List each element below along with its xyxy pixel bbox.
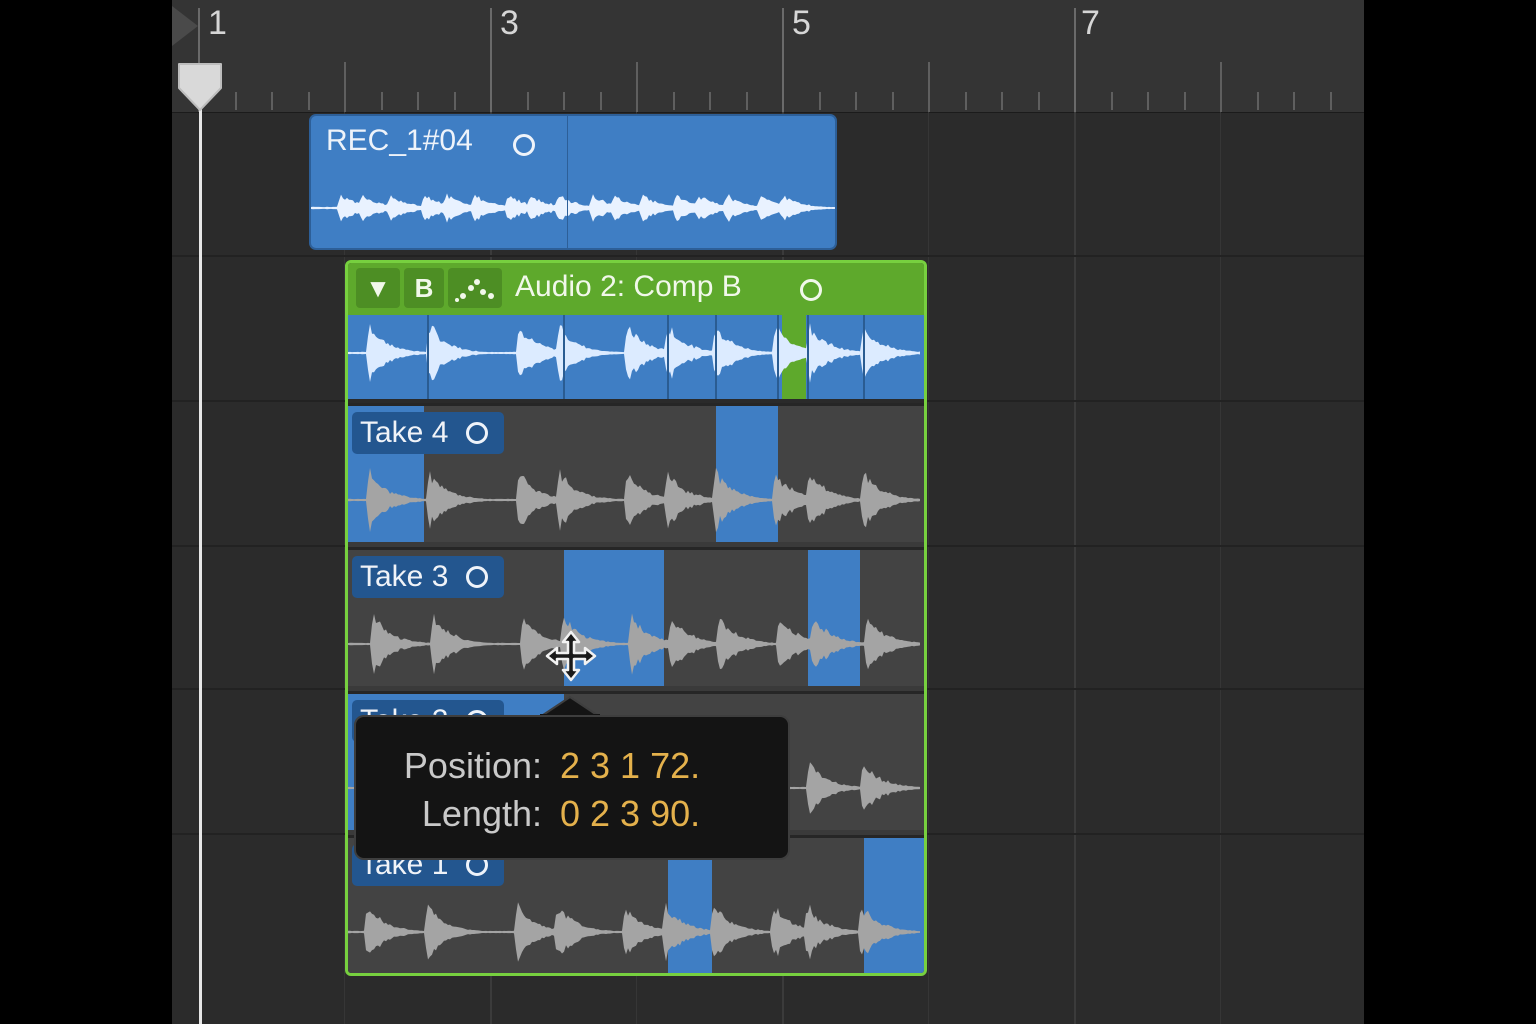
comp-waveform [348,315,920,399]
bar-ruler[interactable]: 1 3 5 7 [172,0,1364,113]
take-4-label[interactable]: Take 4 [352,412,505,454]
take-3-waveform [348,613,920,675]
comp-menu-button[interactable]: B [404,268,444,308]
comp-lane[interactable] [348,315,924,403]
tooltip-length-value: 0 2 3 90. [560,793,701,834]
quick-swipe-comping-icon[interactable] [448,268,502,308]
take-lane-3[interactable]: Take 3 [348,547,924,686]
playhead-line[interactable] [199,80,202,1024]
playhead-handle-icon[interactable] [175,60,225,112]
audio-region-rec[interactable]: REC_1#04 [309,114,837,250]
cycle-marker-icon[interactable] [172,6,198,46]
take-3-loop-icon[interactable] [466,566,489,588]
take-4-loop-icon[interactable] [466,422,489,444]
take-folder[interactable]: ▼ B Audio 2: Comp B Take 4 Take 3 Take 1 [345,260,927,976]
take-1-waveform [348,902,920,962]
take-3-label[interactable]: Take 3 [352,556,505,598]
region-waveform [311,193,835,223]
folder-loop-icon[interactable] [800,279,822,301]
take-folder-title: Audio 2: Comp B [515,270,742,303]
tooltip-position-label: Position: [403,745,542,786]
take-folder-header[interactable]: ▼ B Audio 2: Comp B [348,263,924,315]
region-loop-icon[interactable] [513,134,535,156]
take-lane-4[interactable]: Take 4 [348,403,924,542]
region-name: REC_1#04 [326,124,473,157]
take-4-waveform [348,467,920,533]
move-cursor-icon [545,630,597,682]
tooltip-position-value: 2 3 1 72. [560,745,701,786]
bar-number-5: 5 [792,4,811,42]
bar-number-3: 3 [500,4,519,42]
tracks-area[interactable]: 1 3 5 7 REC_1#04 ▼ B Audio 2: Comp B Tak… [172,0,1364,1024]
bar-number-7: 7 [1081,4,1100,42]
position-length-tooltip: Position: 2 3 1 72. Length: 0 2 3 90. [354,715,790,860]
folder-disclosure-triangle-icon[interactable]: ▼ [356,268,400,308]
bar-number-1: 1 [208,4,227,42]
tooltip-length-label: Length: [421,793,542,834]
